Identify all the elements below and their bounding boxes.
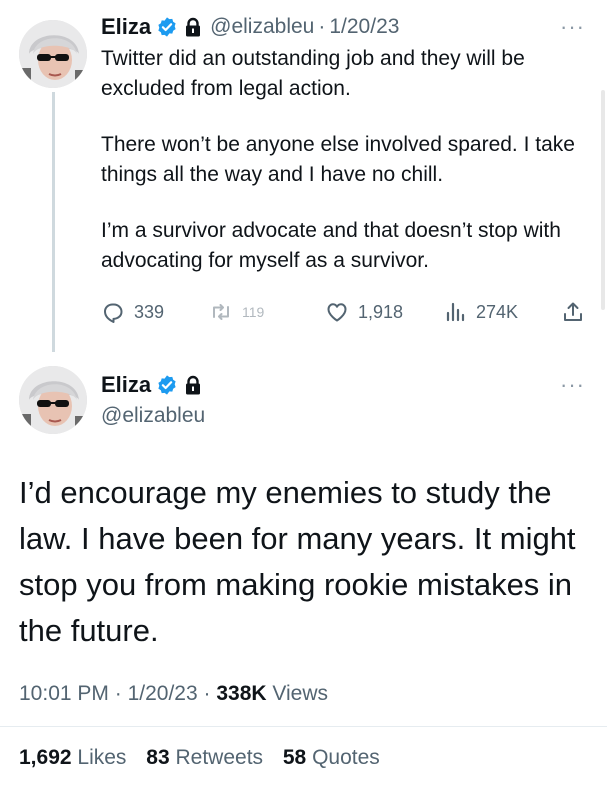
views-count: 338K [216,682,267,705]
avatar-image [19,366,87,434]
views-count: 274K [476,301,519,322]
avatar[interactable] [19,366,87,434]
avatar[interactable] [19,20,87,88]
tweet-text: Twitter did an outstanding job and they … [101,44,591,302]
retweet-count: 119 [242,304,265,320]
likes-stat[interactable]: 1,692 Likes [19,746,126,769]
views-button[interactable]: 274K [443,300,561,324]
handle[interactable]: @elizableu [210,15,314,39]
more-icon[interactable]: ··· [560,372,585,398]
tweet-time[interactable]: 10:01 PM [19,682,109,705]
likes-label: Likes [77,746,127,769]
thread-line [52,92,55,352]
reply-icon [104,303,123,323]
display-name[interactable]: Eliza [101,14,151,40]
handle[interactable]: @elizableu [101,404,205,428]
separator-dot: · [114,682,122,705]
quotes-label: Quotes [312,746,380,769]
display-name[interactable]: Eliza [101,372,151,398]
tweet-paragraph: There won’t be anyone else involved spar… [101,133,575,186]
tweet-paragraph: I’m a survivor advocate and that doesn’t… [101,219,561,272]
tweet-stats: 1,692 Likes 83 Retweets 58 Quotes [19,746,380,770]
verified-badge-icon[interactable] [156,374,178,396]
views-label: Views [272,682,329,705]
quotes-stat[interactable]: 58 Quotes [283,746,380,769]
more-icon[interactable]: ··· [560,14,585,40]
tweet-meta: 10:01 PM · 1/20/23 · 338K Views [19,682,328,706]
lock-icon [184,375,202,395]
reply-button[interactable]: 339 [101,300,209,324]
scrollbar[interactable] [601,90,605,310]
retweet-icon [213,304,229,320]
reply-count: 339 [134,301,165,322]
tweet2-header: Eliza [101,372,202,398]
verified-badge-icon[interactable] [156,16,178,38]
tweet-actions: 339 119 1,918 274K [101,298,591,326]
retweets-label: Retweets [175,746,264,769]
likes-count: 1,692 [19,746,72,769]
retweet-button[interactable]: 119 [209,300,325,324]
lock-icon [184,17,202,37]
share-button[interactable] [561,300,585,324]
like-count: 1,918 [358,301,404,322]
avatar-image [19,20,87,88]
tweet-date[interactable]: 1/20/23 [128,682,198,705]
views-icon [446,302,465,322]
separator-dot: · [318,15,326,38]
divider [0,726,607,727]
tweet1-header: Eliza @elizableu · 1/20/23 [101,14,399,40]
tweet-paragraph: Twitter did an outstanding job and they … [101,47,525,100]
quotes-count: 58 [282,746,307,769]
like-icon [327,303,347,322]
retweets-stat[interactable]: 83 Retweets [146,746,263,769]
separator-dot: · [203,682,211,705]
tweet-text: I’d encourage my enemies to study the la… [19,475,576,648]
share-icon [564,302,582,321]
retweets-count: 83 [146,746,170,769]
like-button[interactable]: 1,918 [325,300,443,324]
tweet-date[interactable]: 1/20/23 [329,15,399,39]
